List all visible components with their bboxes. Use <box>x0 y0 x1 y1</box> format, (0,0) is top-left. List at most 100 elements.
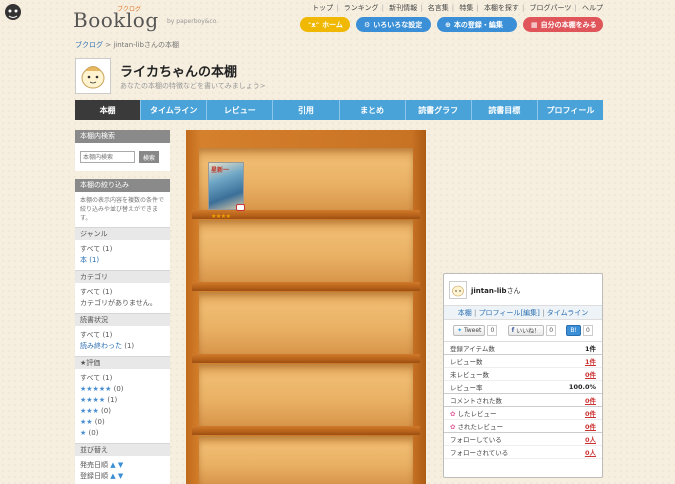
my-shelf-button[interactable]: ▦ 自分の本棚をみる <box>523 17 603 32</box>
profile-link-edit[interactable]: [編集] <box>520 308 539 318</box>
stat-label: 登録アイテム数 <box>450 345 495 353</box>
stat-value[interactable]: 0人 <box>585 434 596 444</box>
star-icon: ★★★★★ <box>80 385 112 393</box>
social-buttons: ✦ Tweet 0 f いいね！ 0 B! 0 <box>444 320 602 342</box>
rating-head: ★評価 <box>75 356 170 369</box>
top-links: トップ | ランキング | 新刊情報 | 名言集 | 特集 | 本棚を探す | ブログパーツ… <box>312 4 603 12</box>
shelf-row <box>199 364 413 426</box>
status-list: すべて (1) 読み終わった (1) <box>75 326 170 356</box>
rating-1-count: (0) <box>86 429 99 437</box>
tweet-button[interactable]: ✦ Tweet <box>453 325 486 336</box>
rating-4[interactable]: ★★★★ (1) <box>80 395 165 406</box>
flower-icon: ✿ <box>450 410 456 418</box>
logo-text: Booklog <box>73 8 159 32</box>
status-all[interactable]: すべて (1) <box>80 330 165 341</box>
breadcrumb-current: jintan-libさんの本棚 <box>113 41 179 49</box>
top-link-help[interactable]: ヘルプ <box>582 4 603 12</box>
profile-link-profile[interactable]: プロフィール <box>479 308 521 318</box>
stat-comments: コメントされた数 0件 <box>444 394 602 407</box>
search-section: 検索 <box>75 143 170 171</box>
tab-profile[interactable]: プロフィール <box>538 100 603 120</box>
filter-section-head: 本棚の絞り込み <box>75 179 170 192</box>
shelf-board <box>192 354 420 363</box>
profile-avatar[interactable] <box>449 281 467 299</box>
home-button[interactable]: ᵔᴥᵔ ホーム <box>300 17 350 32</box>
tab-shelf[interactable]: 本棚 <box>75 100 142 120</box>
top-link-find[interactable]: 本棚を探す <box>484 4 519 12</box>
book-rating-stars: ★★★★ <box>211 213 231 220</box>
shelf-row <box>199 436 413 484</box>
search-button[interactable]: 検索 <box>139 151 159 163</box>
stat-label: 未レビュー数 <box>450 371 489 379</box>
status-read[interactable]: 読み終わった <box>80 342 122 350</box>
sort-arrows-icon[interactable]: ▲ ▼ <box>110 461 123 469</box>
sort-arrows-icon[interactable]: ▲ ▼ <box>110 472 123 480</box>
sidebar: 本棚内検索 検索 本棚の絞り込み 本棚の表示内容を複数の条件で絞り込みや並び替え… <box>75 130 170 484</box>
stat-following: フォローしている 0人 <box>444 433 602 446</box>
tab-timeline[interactable]: タイムライン <box>141 100 208 120</box>
tab-reading-graph[interactable]: 読書グラフ <box>406 100 472 120</box>
category-all[interactable]: すべて (1) <box>80 287 165 298</box>
genre-book[interactable]: 本 (1) <box>80 256 99 264</box>
book-cover[interactable]: 星新一 <box>208 162 244 210</box>
top-link-top[interactable]: トップ <box>312 4 333 12</box>
stat-label: されたレビュー <box>457 423 503 431</box>
rating-2[interactable]: ★★ (0) <box>80 417 165 428</box>
booklog-logo[interactable]: Booklog ブクログ by paperboy&co. <box>73 5 223 35</box>
rating-2-count: (0) <box>92 418 105 426</box>
shelf-row <box>199 292 413 354</box>
rating-5-count: (0) <box>111 385 124 393</box>
register-button[interactable]: ⊕ 本の登録・編集 <box>437 17 517 32</box>
stat-value[interactable]: 0件 <box>585 421 596 431</box>
stat-value[interactable]: 0人 <box>585 447 596 457</box>
breadcrumb-root[interactable]: ブクログ <box>75 41 103 49</box>
hatena-bookmark-icon: B! <box>570 327 577 334</box>
rating-5[interactable]: ★★★★★ (0) <box>80 384 165 395</box>
sort-release[interactable]: 発売日順 ▲ ▼ <box>80 460 165 471</box>
top-link-ranking[interactable]: ランキング <box>344 4 379 12</box>
stat-value: 100.0% <box>568 383 596 391</box>
stat-value[interactable]: 0件 <box>585 395 596 405</box>
shelf-search-input[interactable] <box>80 151 135 163</box>
tab-quotes[interactable]: 引用 <box>273 100 340 120</box>
tab-summary[interactable]: まとめ <box>340 100 406 120</box>
like-button[interactable]: f いいね！ <box>507 325 545 336</box>
stat-label: したレビュー <box>457 410 497 418</box>
shelf-board <box>192 426 420 435</box>
genre-all[interactable]: すべて (1) <box>80 244 165 255</box>
shelf-description[interactable]: あなたの本棚の特徴などを書いてみましょう> <box>120 81 266 91</box>
stat-value[interactable]: 1件 <box>585 356 596 366</box>
profile-stats: 登録アイテム数 1件 レビュー数 1件 未レビュー数 0件 レビュー率 100.0% コ… <box>444 342 602 459</box>
star-icon: ★★ <box>80 418 93 426</box>
tab-reading-goal[interactable]: 読書目標 <box>472 100 538 120</box>
top-link-quotes[interactable]: 名言集 <box>428 4 449 12</box>
sort-registered[interactable]: 登録日順 ▲ ▼ <box>80 471 165 482</box>
settings-button[interactable]: ⚙ いろいろな設定 <box>356 17 431 32</box>
stat-reviews: レビュー数 1件 <box>444 355 602 368</box>
stat-value[interactable]: 0件 <box>585 369 596 379</box>
filter-note-box: 本棚の表示内容を複数の条件で絞り込みや並び替えができます。 <box>75 192 170 227</box>
stat-unreviewed: 未レビュー数 0件 <box>444 368 602 381</box>
main-nav: 本棚 タイムライン レビュー 引用 まとめ 読書グラフ 読書目標 プロフィール <box>75 100 603 120</box>
hatena-button[interactable]: B! <box>566 325 581 336</box>
sort-list: 発売日順 ▲ ▼ 登録日順 ▲ ▼ <box>75 456 170 484</box>
rating-3[interactable]: ★★★ (0) <box>80 406 165 417</box>
tab-reviews[interactable]: レビュー <box>207 100 274 120</box>
top-link-new[interactable]: 新刊情報 <box>389 4 417 12</box>
top-link-features[interactable]: 特集 <box>459 4 473 12</box>
profile-name: jintan-libさん <box>471 286 521 296</box>
profile-username[interactable]: jintan-lib <box>471 287 507 295</box>
genre-head: ジャンル <box>75 227 170 240</box>
stat-label: コメントされた数 <box>450 397 502 405</box>
profile-link-shelf[interactable]: 本棚 <box>458 308 472 318</box>
avatar[interactable] <box>75 58 111 94</box>
stat-label: フォローされている <box>450 449 509 457</box>
rating-all[interactable]: すべて (1) <box>80 373 165 384</box>
genre-list: すべて (1) 本 (1) <box>75 240 170 270</box>
profile-link-timeline[interactable]: タイムライン <box>547 308 589 318</box>
status-head: 読書状況 <box>75 313 170 326</box>
top-link-blogparts[interactable]: ブログパーツ <box>530 4 572 12</box>
stat-value[interactable]: 0件 <box>585 408 596 418</box>
rating-1[interactable]: ★ (0) <box>80 428 165 439</box>
flower-icon: ✿ <box>450 423 456 431</box>
